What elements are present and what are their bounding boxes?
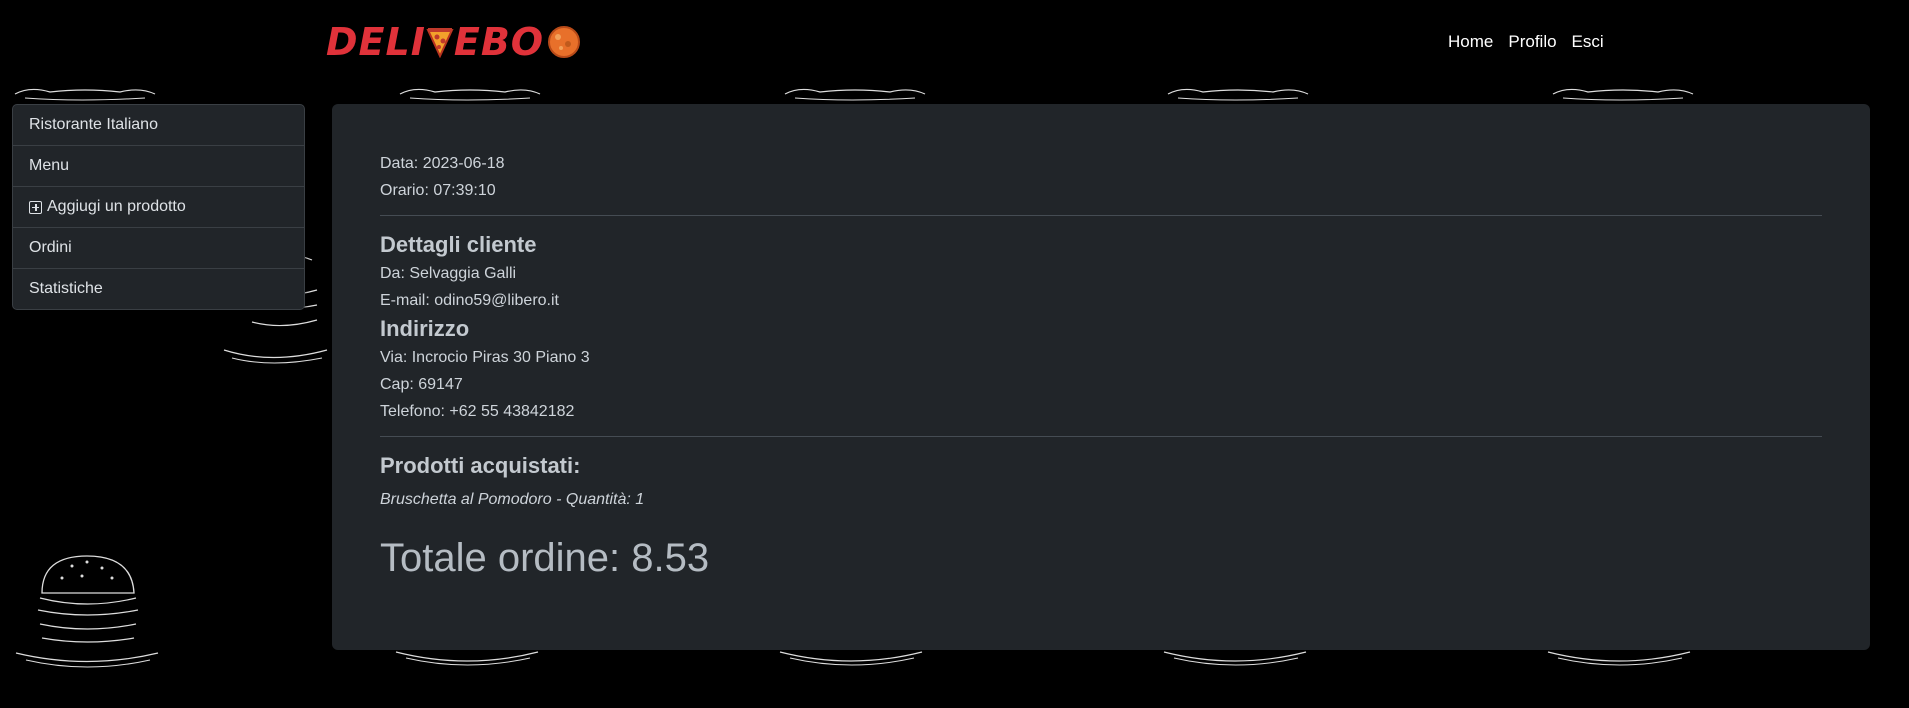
plate-doodle-icon bbox=[1547, 651, 1691, 666]
plus-square-icon bbox=[29, 200, 42, 214]
sidebar-item-label: Menu bbox=[29, 157, 70, 174]
order-time: Orario: 07:39:10 bbox=[380, 182, 496, 199]
address-cap: Cap: 69147 bbox=[380, 376, 463, 393]
order-detail-card: Data: 2023-06-18 Orario: 07:39:10 Dettag… bbox=[332, 104, 1870, 650]
products-heading: Prodotti acquistati: bbox=[380, 453, 581, 478]
sidebar-menu: Ristorante Italiano Menu Aggiugi un prod… bbox=[12, 104, 305, 310]
plate-doodle-icon bbox=[1163, 651, 1307, 666]
burger-doodle-icon bbox=[15, 555, 159, 668]
meatball-icon bbox=[548, 26, 581, 58]
sidebar-item-label: Aggiugi un prodotto bbox=[47, 198, 186, 215]
top-navigation: Home Profilo Esci bbox=[1448, 32, 1604, 52]
order-total: Totale ordine: 8.53 bbox=[380, 536, 710, 580]
sidebar-item-statistics[interactable]: Statistiche bbox=[13, 269, 304, 309]
plate-doodle-icon bbox=[395, 651, 539, 666]
divider bbox=[380, 436, 1822, 437]
brand-logo-suffix: EBO bbox=[453, 20, 545, 64]
pizza-slice-icon bbox=[426, 28, 454, 58]
brand-logo-prefix: DELI bbox=[326, 20, 426, 64]
burger-doodle-icon bbox=[784, 88, 926, 101]
customer-email: E-mail: odino59@libero.it bbox=[380, 292, 559, 309]
brand-logo[interactable]: DELI EBO bbox=[326, 20, 582, 64]
sidebar-item-add-product[interactable]: Aggiugi un prodotto bbox=[13, 187, 304, 228]
burger-doodle-icon bbox=[1552, 88, 1694, 101]
burger-doodle-icon bbox=[14, 88, 156, 101]
address-heading: Indirizzo bbox=[380, 316, 470, 341]
customer-details-heading: Dettagli cliente bbox=[380, 232, 537, 257]
nav-home-link[interactable]: Home bbox=[1448, 32, 1493, 52]
customer-phone: Telefono: +62 55 43842182 bbox=[380, 403, 575, 420]
order-date: Data: 2023-06-18 bbox=[380, 155, 505, 172]
burger-doodle-icon bbox=[1167, 88, 1309, 101]
sidebar-item-label: Statistiche bbox=[29, 280, 103, 297]
sidebar-item-label: Ristorante Italiano bbox=[29, 116, 158, 133]
product-item: Bruschetta al Pomodoro - Quantità: 1 bbox=[380, 491, 645, 508]
sidebar-item-label: Ordini bbox=[29, 239, 72, 256]
divider bbox=[380, 215, 1822, 216]
sidebar-item-restaurant[interactable]: Ristorante Italiano bbox=[13, 105, 304, 146]
nav-logout-link[interactable]: Esci bbox=[1572, 32, 1604, 52]
customer-name: Da: Selvaggia Galli bbox=[380, 265, 517, 282]
nav-profile-link[interactable]: Profilo bbox=[1508, 32, 1556, 52]
burger-doodle-icon bbox=[399, 88, 541, 101]
sidebar-item-menu[interactable]: Menu bbox=[13, 146, 304, 187]
sidebar-item-orders[interactable]: Ordini bbox=[13, 228, 304, 269]
address-street: Via: Incrocio Piras 30 Piano 3 bbox=[380, 349, 590, 366]
plate-doodle-icon bbox=[779, 651, 923, 666]
